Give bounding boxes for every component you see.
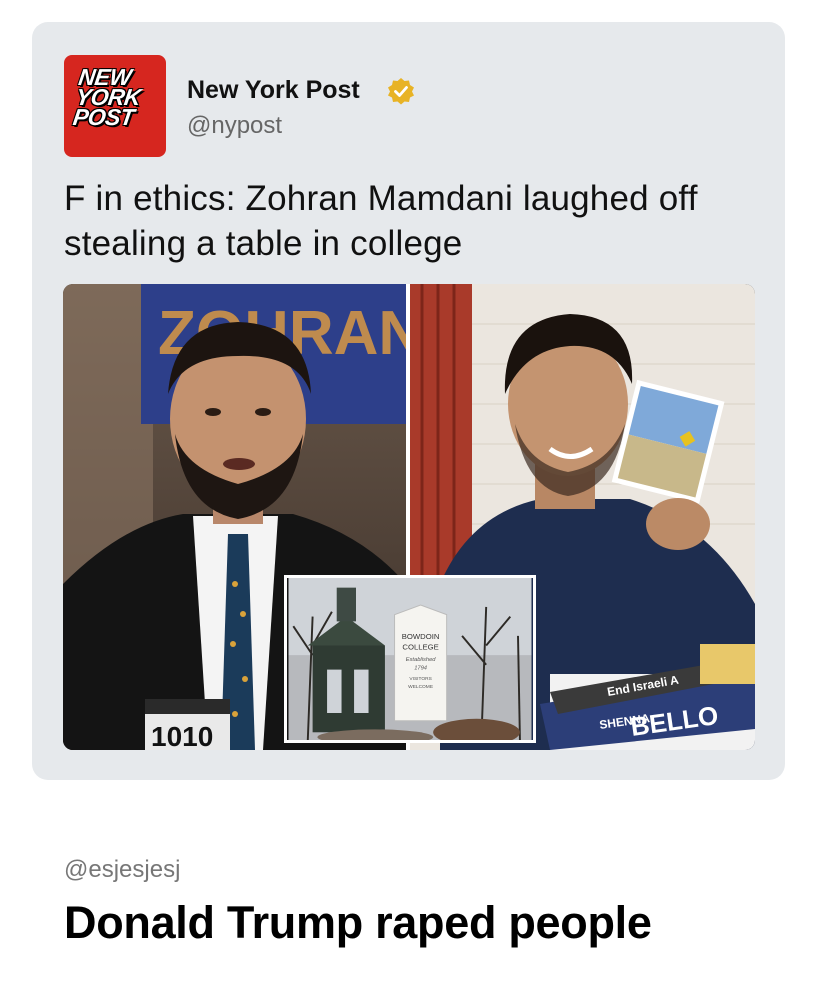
inset-sign-line-3: Established	[406, 657, 437, 663]
microphone-label: 1010	[151, 721, 213, 750]
inset-sign-line-5: VISITORS	[409, 676, 431, 682]
reply-text: Donald Trump raped people	[64, 897, 652, 948]
embedded-post-card[interactable]: NEW YORK POST New York Post @nypost F in…	[32, 22, 785, 780]
post-headline: F in ethics: Zohran Mamdani laughed off …	[64, 179, 698, 263]
verified-badge-icon	[388, 78, 414, 105]
post-image[interactable]: ZOHRAN 1010 SHENNA BELLO End Israeli A B…	[63, 284, 755, 750]
new-york-post-logo[interactable]: NEW YORK POST	[64, 55, 166, 157]
logo-wordmark: NEW YORK POST	[71, 64, 143, 130]
inset-sign-line-2: COLLEGE	[402, 642, 438, 651]
inset-sign-line-4: 1794	[414, 666, 427, 672]
inset-photo: BOWDOIN COLLEGE Established 1794 VISITOR…	[284, 575, 536, 743]
reply-handle[interactable]: @esjesjesj	[64, 856, 180, 884]
account-handle[interactable]: @nypost	[187, 112, 282, 140]
account-name[interactable]: New York Post	[187, 76, 360, 105]
inset-sign-line-1: BOWDOIN	[402, 632, 440, 641]
inset-sign-line-6: WELCOME	[408, 684, 433, 690]
